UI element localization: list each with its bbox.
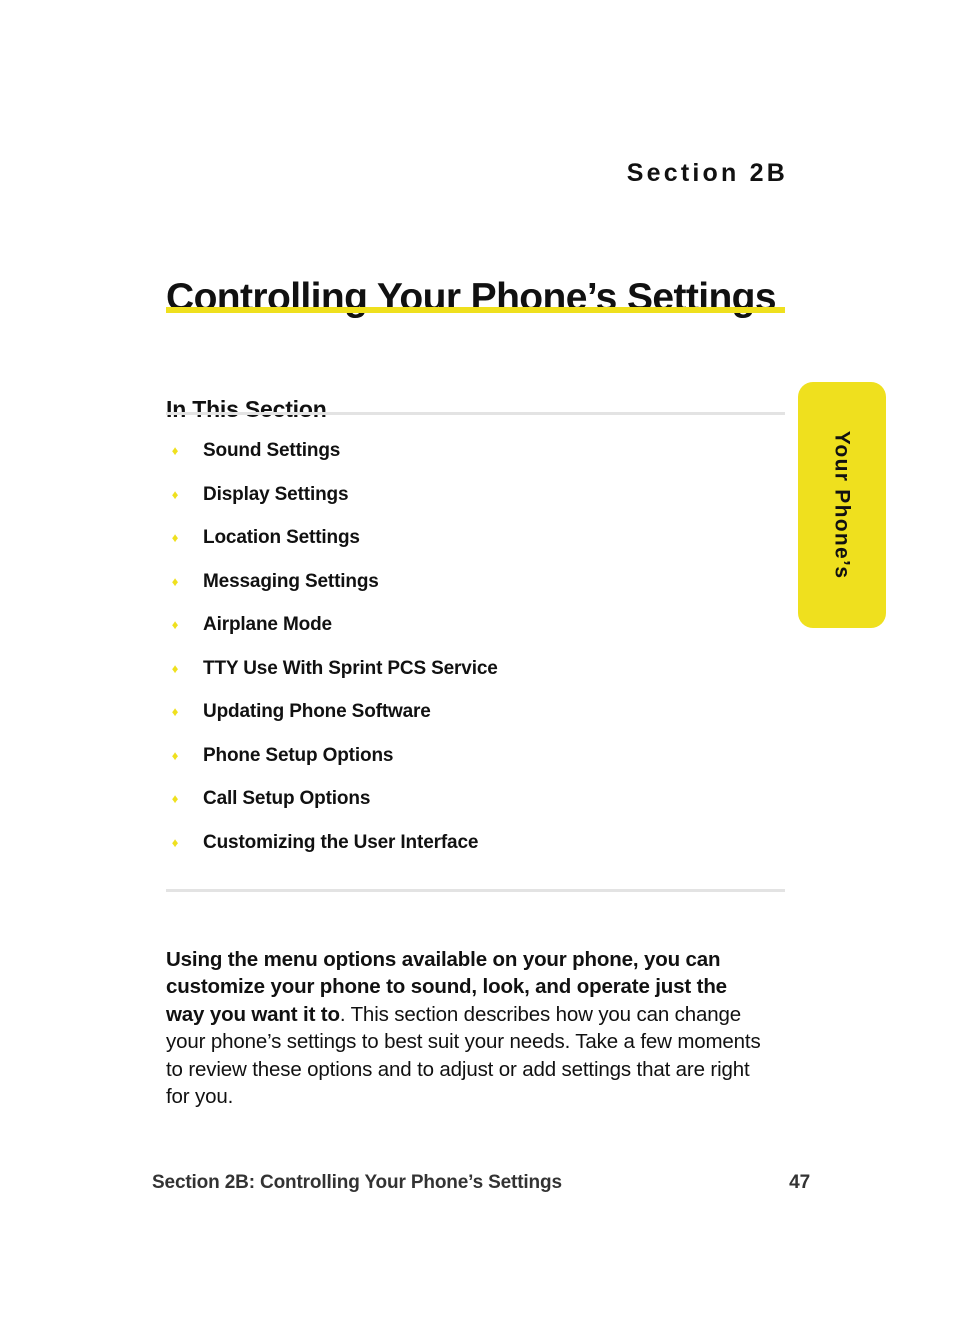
footer-section-label: Section 2B: Controlling Your Phone’s Set… [152, 1172, 562, 1193]
diamond-bullet-icon: ♦ [171, 747, 179, 763]
section-divider-top [166, 412, 785, 415]
diamond-bullet-icon: ♦ [171, 486, 179, 502]
list-item[interactable]: ♦ Phone Setup Options [166, 741, 786, 785]
diamond-bullet-icon: ♦ [171, 791, 179, 806]
list-item-label: Location Settings [203, 527, 360, 548]
intro-paragraph: Using the menu options available on your… [166, 946, 766, 1112]
section-divider-bottom [166, 889, 785, 892]
list-item-label: Airplane Mode [203, 614, 332, 635]
list-item[interactable]: ♦ Airplane Mode [166, 610, 786, 654]
diamond-bullet-icon: ♦ [171, 443, 179, 458]
list-item-label: Messaging Settings [203, 570, 379, 592]
list-item[interactable]: ♦ Location Settings [166, 523, 786, 567]
list-item[interactable]: ♦ Call Setup Options [166, 784, 786, 828]
diamond-bullet-icon: ♦ [171, 530, 179, 545]
list-item-label: Call Setup Options [203, 788, 371, 809]
list-item-label: Sound Settings [203, 440, 341, 461]
list-item[interactable]: ♦ Messaging Settings [166, 567, 786, 611]
page-footer: Section 2B: Controlling Your Phone’s Set… [152, 1172, 810, 1194]
list-item[interactable]: ♦ Customizing the User Interface [166, 828, 786, 872]
title-accent-rule [166, 307, 785, 313]
in-this-section-heading: In This Section [166, 396, 327, 423]
list-item[interactable]: ♦ Updating Phone Software [166, 697, 786, 741]
list-item-label: TTY Use With Sprint PCS Service [203, 657, 498, 679]
in-this-section-list: ♦ Sound Settings ♦ Display Settings ♦ Lo… [166, 436, 786, 871]
document-page: Section 2B Controlling Your Phone’s Sett… [0, 0, 954, 1336]
diamond-bullet-icon: ♦ [171, 660, 179, 676]
section-eyebrow: Section 2B [626, 159, 788, 187]
side-tab: Your Phone’s [798, 382, 886, 628]
list-item[interactable]: ♦ TTY Use With Sprint PCS Service [166, 654, 786, 698]
page-title: Controlling Your Phone’s Settings [166, 276, 777, 320]
diamond-bullet-icon: ♦ [171, 834, 179, 850]
diamond-bullet-icon: ♦ [171, 704, 179, 719]
list-item[interactable]: ♦ Display Settings [166, 480, 786, 524]
diamond-bullet-icon: ♦ [171, 617, 179, 632]
diamond-bullet-icon: ♦ [171, 573, 179, 589]
page-number: 47 [789, 1172, 810, 1193]
list-item-label: Display Settings [203, 483, 349, 505]
list-item-label: Updating Phone Software [203, 701, 431, 722]
list-item-label: Phone Setup Options [203, 744, 394, 766]
list-item-label: Customizing the User Interface [203, 831, 479, 853]
side-tab-label: Your Phone’s [830, 430, 854, 580]
list-item[interactable]: ♦ Sound Settings [166, 436, 786, 480]
